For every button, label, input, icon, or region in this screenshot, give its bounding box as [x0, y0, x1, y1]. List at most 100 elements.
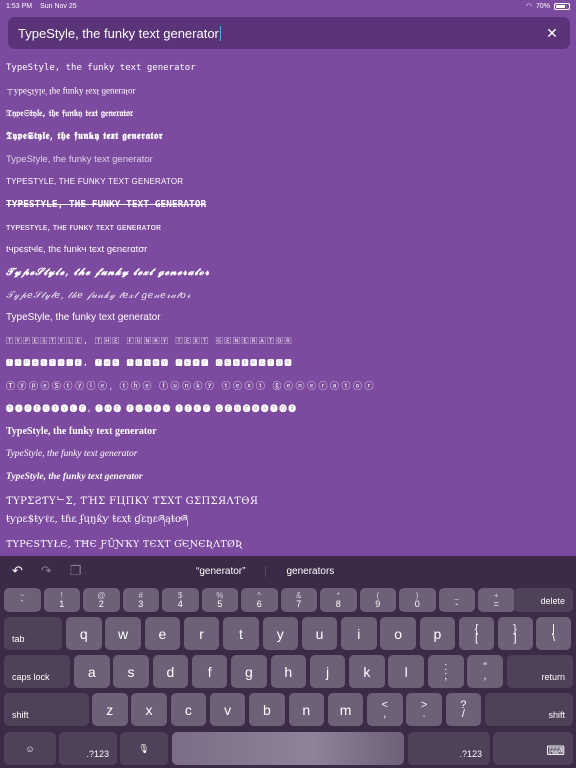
key-p[interactable]: p	[419, 617, 456, 650]
key-m[interactable]: m	[327, 693, 364, 726]
key-\[interactable]: | \	[536, 617, 571, 650]
list-item[interactable]: TYPESTYLE, THE FUNKY TEXT GENERATOR	[6, 170, 566, 193]
key-k[interactable]: k	[349, 655, 385, 688]
key-o[interactable]: o	[380, 617, 416, 650]
delete-key[interactable]: delete	[514, 588, 573, 612]
list-item[interactable]: ŧƴρɛ$ŧƴℓɛ, ŧɦɛ ʄųŋƙƴ ŧɛҳŧ ɠɛŋɛཞąŧơཞ	[6, 511, 566, 534]
key-e[interactable]: e	[144, 617, 181, 650]
key-label: s	[127, 663, 135, 680]
list-item[interactable]: TypeStyle, the funky text generator	[6, 465, 566, 488]
key-z[interactable]: z	[92, 693, 128, 726]
key-/[interactable]: ? /	[445, 693, 482, 726]
key-b[interactable]: b	[249, 693, 285, 726]
key-f[interactable]: f	[191, 655, 228, 688]
status-bar: 1:53 PM Sun Nov 25 ◠ 70%	[0, 0, 576, 12]
result-text: TypeStyle, the funky text generator	[6, 312, 161, 324]
key-v[interactable]: v	[209, 693, 246, 726]
key-][interactable]: }]	[497, 617, 533, 650]
list-item[interactable]: tчpєѕtчlє, thє funkч tєхt gєnєrαtσr	[6, 239, 566, 262]
return-key[interactable]: return	[507, 655, 573, 688]
result-text: ŧƴρɛ$ŧƴℓɛ, ŧɦɛ ʄųŋƙƴ ŧɛҳŧ ɠɛŋɛཞąŧơཞ	[6, 514, 188, 526]
key-7[interactable]: & 7	[280, 588, 317, 612]
key-t[interactable]: t	[223, 617, 259, 650]
key-`[interactable]: ~ `	[4, 588, 41, 612]
numbers-key[interactable]: .?123	[59, 732, 117, 765]
list-item[interactable]: 🆃🆈🅿🅴🆂🆃🆈🅻🅴, 🆃🅷🅴 🅵🆄🅽🅺🆈 🆃🅴🆇🆃 🅶🅴🅽🅴🆁🅰🆃🅾🆁	[6, 352, 566, 375]
return-label: return	[541, 672, 565, 682]
emoji-key[interactable]: ☺	[4, 732, 56, 765]
key-y[interactable]: y	[262, 617, 298, 650]
key-l[interactable]: l	[388, 655, 424, 688]
numbers-key-right[interactable]: .?123	[408, 732, 490, 765]
key-c[interactable]: c	[170, 693, 207, 726]
shift-right-key[interactable]: shift	[485, 693, 573, 726]
key-5[interactable]: % 5	[201, 588, 238, 612]
key-;[interactable]: :;	[428, 655, 464, 688]
key-a[interactable]: a	[74, 655, 110, 688]
result-text: 🆃🆈🅿🅴🆂🆃🆈🅻🅴, 🆃🅷🅴 🅵🆄🅽🅺🆈 🆃🅴🆇🆃 🅶🅴🅽🅴🆁🅰🆃🅾🆁	[6, 359, 294, 368]
key-x[interactable]: x	[131, 693, 167, 726]
space-key[interactable]	[172, 732, 404, 765]
tab-key[interactable]: tab	[4, 617, 62, 650]
list-item[interactable]: 𝕿𝖞𝖕𝖊𝕾𝖙𝖞𝖑𝖊, 𝖙𝖍𝖊 𝖋𝖚𝖓𝖐𝖞 𝖙𝖊𝖝𝖙 𝖌𝖊𝖓𝖊𝖗𝖆𝖙𝖔𝖗	[6, 125, 566, 148]
list-item[interactable]: TypeStyle, the funky text generator	[6, 148, 566, 171]
key-4[interactable]: $4	[162, 588, 199, 612]
suggestion-item[interactable]: generators	[266, 566, 354, 577]
list-item[interactable]: TypeStyle, the funky text generator	[6, 420, 566, 443]
shift-left-key[interactable]: shift	[4, 693, 89, 726]
key-,[interactable]: ",	[467, 655, 503, 688]
key-label: b	[263, 701, 271, 718]
key-label: i	[357, 625, 361, 642]
keyboard-dismiss-key[interactable]: ⌨	[493, 732, 573, 765]
key-label: g	[245, 663, 253, 680]
key-u[interactable]: u	[301, 617, 338, 650]
suggestion-item[interactable]: “generator”	[176, 565, 267, 577]
key-label: p	[433, 625, 442, 642]
key-1[interactable]: ! 1	[43, 588, 80, 612]
result-text: 𝒯𝓎𝓅𝑒𝒮𝓉𝓎𝓁𝑒, 𝓉𝒽𝑒 𝒻𝓊𝓃𝓀𝓎 𝓉𝑒𝓍𝓉 𝑔𝑒𝓃𝑒𝓇𝒶𝓉𝑜𝓇	[6, 289, 191, 301]
list-item[interactable]: 🅃🅈🄿🄴🅂🅃🅈🄻🄴, 🅃🄷🄴 🄵🅄🄽🄺🅈 🅃🄴🅇🅃 🄶🄴🄽🄴🅁🄰🅃🄾🅁	[6, 329, 566, 352]
list-item[interactable]: TypeStyle, the funky text generator	[6, 443, 566, 466]
result-text: TypeStyle, the funky text generator	[6, 449, 138, 460]
key-i[interactable]: i	[341, 617, 377, 650]
list-item[interactable]: ƬYPЄSƬYŁЄ, ƬĦЄ ƑỮƝҠY ƬЄҲƬ ƓЄƝЄƦΛƬØƦ	[6, 533, 566, 556]
paste-icon[interactable]: ❐	[70, 563, 82, 579]
caps-lock-key[interactable]: caps lock	[4, 655, 70, 688]
key-[[interactable]: {[	[459, 617, 494, 650]
key-,[interactable]: <,	[367, 693, 403, 726]
key-8[interactable]: * 8	[320, 588, 357, 612]
search-input[interactable]: TypeStyle, the funky text generator ✕	[8, 17, 570, 49]
key-h[interactable]: h	[270, 655, 306, 688]
close-icon[interactable]: ✕	[544, 25, 560, 42]
key-0[interactable]: ) 0	[399, 588, 436, 612]
key-j[interactable]: j	[309, 655, 346, 688]
key-6[interactable]: ^ 6	[241, 588, 278, 612]
list-item[interactable]: 🅣🅨🅟🅔🅢🅣🅨🅛🅔, 🅣🅗🅔 🅕🅤🅝🅚🅨 🅣🅔🅧🅣 🅖🅔🅝🅔🅡🅐🅣🅞🅡	[6, 397, 566, 420]
key-g[interactable]: g	[231, 655, 267, 688]
list-item[interactable]: TypeStyle, the funky text generator	[6, 57, 566, 80]
key-r[interactable]: r	[183, 617, 220, 650]
search-input-value[interactable]: TypeStyle, the funky text generator	[18, 26, 219, 41]
key-n[interactable]: n	[288, 693, 324, 726]
key-s[interactable]: s	[113, 655, 149, 688]
undo-icon[interactable]: ↶	[12, 563, 23, 579]
redo-icon[interactable]: ↷	[41, 563, 52, 579]
list-item[interactable]: TYPESTYLE, THE FUNKY TEXT GENERATOR	[6, 193, 566, 216]
key-2[interactable]: @2	[83, 588, 120, 612]
key-.[interactable]: >.	[406, 693, 442, 726]
key-=[interactable]: + =	[478, 588, 515, 612]
list-item[interactable]: TypeStyle, the funky text generator	[6, 307, 566, 330]
list-item[interactable]: ᴛʏᴘᴇsᴛʏʟᴇ, ᴛʜᴇ ғᴜɴᴋʏ ᴛᴇxᴛ ɢᴇɴᴇʀᴀᴛᴏʀ	[6, 216, 566, 239]
list-item[interactable]: 𝔗𝔶𝔭𝔢𝔖𝔱𝔶𝔩𝔢, 𝔱𝔥𝔢 𝔣𝔲𝔫𝔨𝔶 𝔱𝔢𝔵𝔱 𝔤𝔢𝔫𝔢𝔯𝔞𝔱𝔬𝔯	[6, 102, 566, 125]
microphone-key[interactable]: 🎙	[120, 732, 168, 765]
key-3[interactable]: #3	[122, 588, 159, 612]
list-item[interactable]: 𝓣𝔂𝓹𝓮𝓢𝓽𝔂𝓵𝓮, 𝓽𝓱𝓮 𝓯𝓾𝓷𝓴𝔂 𝓽𝓮𝔁𝓽 𝓰𝓮𝓷𝓮𝓻𝓪𝓽𝓸𝓻	[6, 261, 566, 284]
list-item[interactable]: ɹoʇɐɹǝuǝƃ ʇxǝʇ ʎʞunɟ ǝɥʇ 'ǝlʎʇSǝdʎ⊥	[6, 80, 566, 103]
list-item[interactable]: ⓉⓨⓟⓔⓈⓣⓨⓛⓔ, ⓣⓗⓔ ⓕⓤⓝⓚⓨ ⓣⓔⓧⓣ ⓖⓔⓝⓔⓡⓐⓣⓞⓡ	[6, 375, 566, 398]
key-9[interactable]: (9	[359, 588, 396, 612]
key-w[interactable]: w	[105, 617, 141, 650]
key-d[interactable]: d	[152, 655, 189, 688]
list-item[interactable]: 𝒯𝓎𝓅𝑒𝒮𝓉𝓎𝓁𝑒, 𝓉𝒽𝑒 𝒻𝓊𝓃𝓀𝓎 𝓉𝑒𝓍𝓉 𝑔𝑒𝓃𝑒𝓇𝒶𝓉𝑜𝓇	[6, 284, 566, 307]
key--[interactable]: _ -	[438, 588, 475, 612]
key-q[interactable]: q	[66, 617, 102, 650]
